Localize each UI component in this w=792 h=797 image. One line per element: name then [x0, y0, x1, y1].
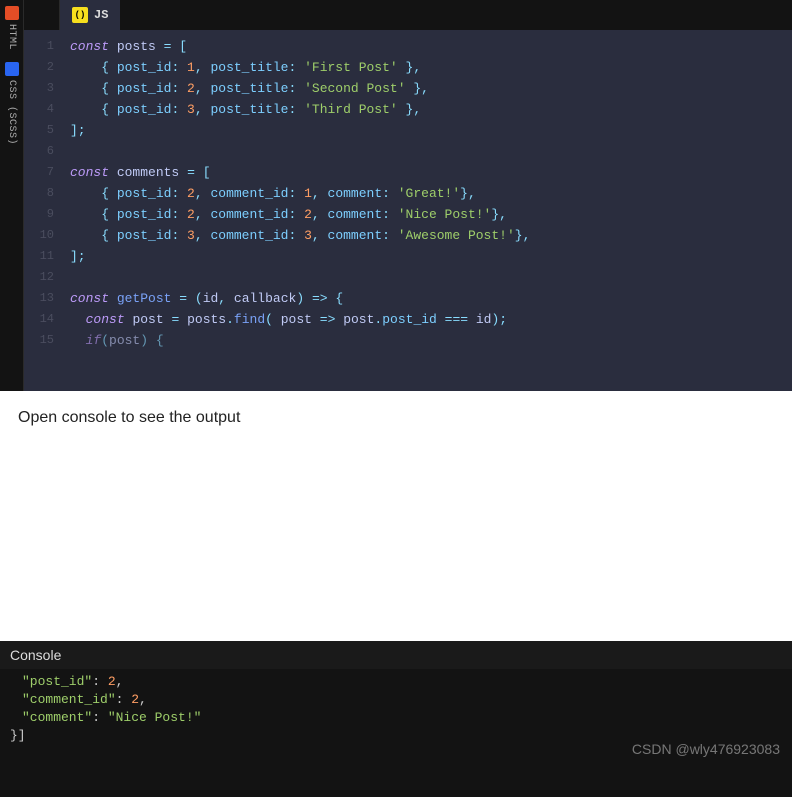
ln: 9	[24, 204, 54, 225]
console-line: "comment": "Nice Post!"	[22, 709, 782, 727]
ln: 12	[24, 267, 54, 288]
editor-wrap: () JS 123456789101112131415 const posts …	[24, 0, 792, 391]
code-line: const posts = [	[70, 36, 792, 57]
ln: 7	[24, 162, 54, 183]
code-line: { post_id: 2, comment_id: 1, comment: 'G…	[70, 183, 792, 204]
tab-js-label: JS	[94, 8, 108, 22]
code-line: { post_id: 2, comment_id: 2, comment: 'N…	[70, 204, 792, 225]
ln: 10	[24, 225, 54, 246]
ln: 1	[24, 36, 54, 57]
code-line: { post_id: 3, post_title: 'Third Post' }…	[70, 99, 792, 120]
console-pane: Console "post_id": 2,"comment_id": 2,"co…	[0, 641, 792, 797]
code-line: { post_id: 3, comment_id: 3, comment: 'A…	[70, 225, 792, 246]
ln: 2	[24, 57, 54, 78]
tab-css[interactable]: CSS (SCSS)	[0, 56, 23, 151]
code-line: if(post) {	[70, 330, 792, 351]
js-icon: ()	[72, 7, 88, 23]
ln: 3	[24, 78, 54, 99]
tab-html[interactable]: HTML	[0, 0, 23, 56]
side-tabs: HTML CSS (SCSS)	[0, 0, 24, 391]
output-pane: Open console to see the output	[0, 391, 792, 641]
code-line: ];	[70, 120, 792, 141]
ln: 4	[24, 99, 54, 120]
line-gutter: 123456789101112131415	[24, 30, 64, 391]
console-line: "comment_id": 2,	[22, 691, 782, 709]
code-line: const comments = [	[70, 162, 792, 183]
code-line: const post = posts.find( post => post.po…	[70, 309, 792, 330]
code-area[interactable]: 123456789101112131415 const posts = [ { …	[24, 30, 792, 391]
tab-spacer	[24, 0, 60, 30]
ln: 14	[24, 309, 54, 330]
ln: 6	[24, 141, 54, 162]
code-line: ];	[70, 246, 792, 267]
ln: 13	[24, 288, 54, 309]
code-line: const getPost = (id, callback) => {	[70, 288, 792, 309]
ln: 11	[24, 246, 54, 267]
html-icon	[5, 6, 19, 20]
code-line: { post_id: 2, post_title: 'Second Post' …	[70, 78, 792, 99]
output-message: Open console to see the output	[18, 409, 774, 427]
tab-html-label: HTML	[6, 24, 17, 50]
console-line: "post_id": 2,	[22, 673, 782, 691]
tab-js[interactable]: () JS	[60, 0, 120, 30]
code-line	[70, 267, 792, 288]
editor-tabs-bar: () JS	[24, 0, 792, 30]
ln: 15	[24, 330, 54, 351]
console-header[interactable]: Console	[0, 641, 792, 669]
editor-pane: HTML CSS (SCSS) () JS 123456789101112131…	[0, 0, 792, 391]
code-content[interactable]: const posts = [ { post_id: 1, post_title…	[64, 30, 792, 391]
code-line	[70, 141, 792, 162]
ln: 8	[24, 183, 54, 204]
tab-css-label: CSS (SCSS)	[6, 80, 17, 145]
console-body[interactable]: "post_id": 2,"comment_id": 2,"comment": …	[0, 669, 792, 749]
css-icon	[5, 62, 19, 76]
code-line: { post_id: 1, post_title: 'First Post' }…	[70, 57, 792, 78]
console-line: }]	[10, 727, 782, 745]
ln: 5	[24, 120, 54, 141]
